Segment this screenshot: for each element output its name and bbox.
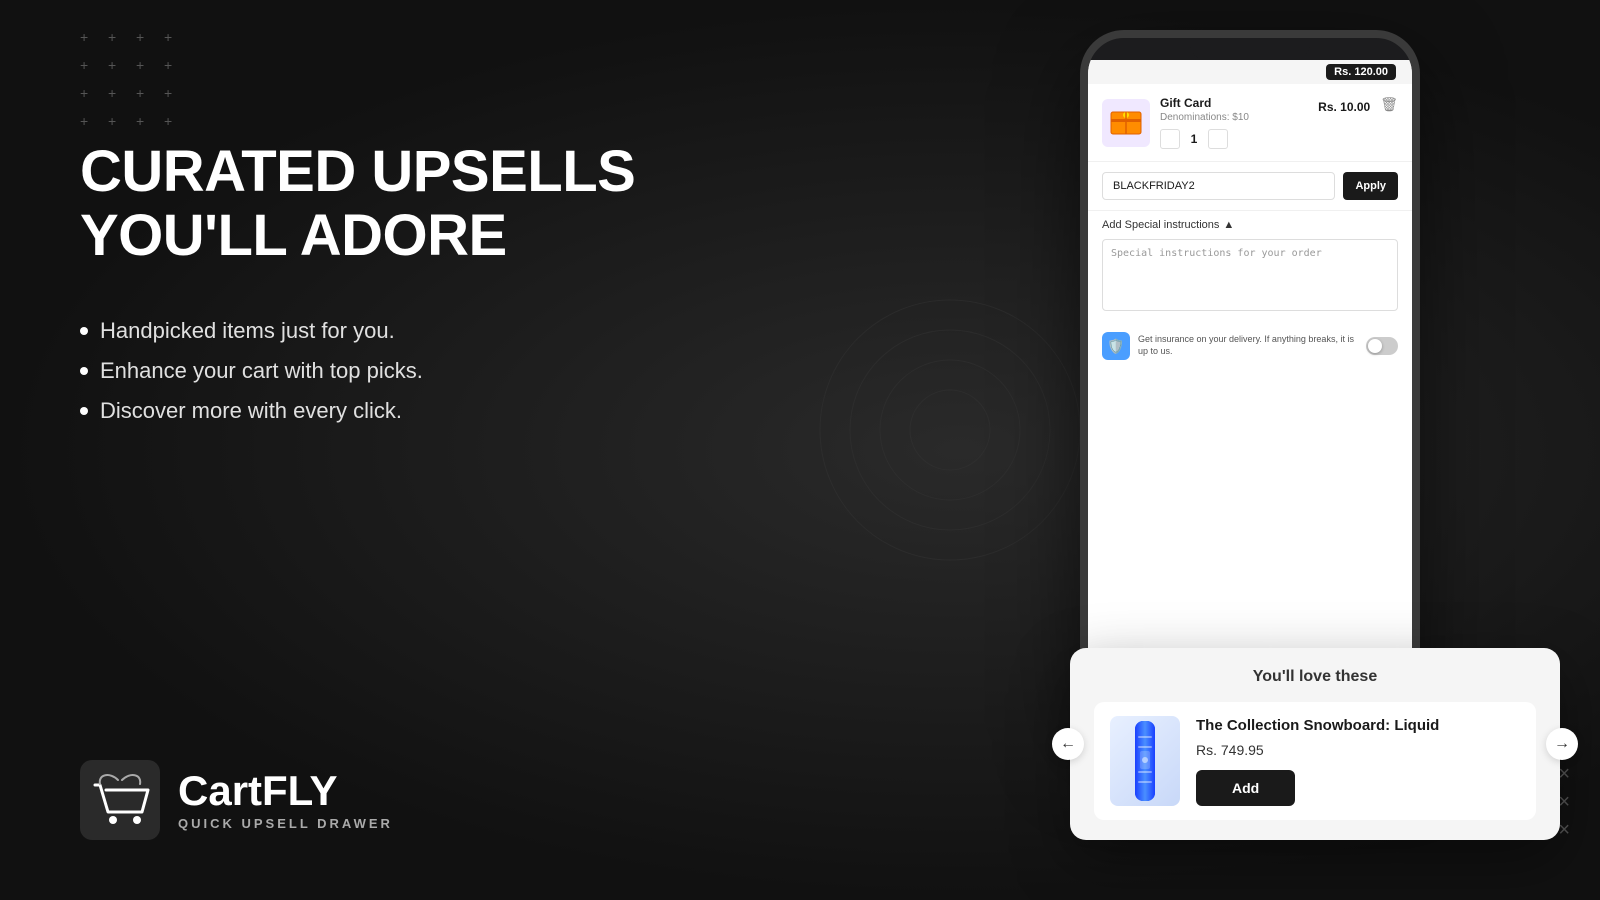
headline-line1: CURATED UPSELLS bbox=[80, 139, 635, 204]
insurance-row: 🛡️ Get insurance on your delivery. If an… bbox=[1088, 324, 1412, 368]
decorative-circles bbox=[800, 280, 1100, 580]
brand-subtitle: QUICK UPSELL DRAWER bbox=[178, 816, 393, 831]
brand-text: CartFLY QUICK UPSELL DRAWER bbox=[178, 770, 393, 831]
cart-item-denomination: Denominations: $10 bbox=[1160, 112, 1308, 123]
list-item: Enhance your cart with top picks. bbox=[80, 358, 680, 384]
plus-icon: + bbox=[80, 86, 98, 104]
plus-icon: + bbox=[164, 30, 182, 48]
special-instructions-textarea[interactable]: Special instructions for your order bbox=[1102, 239, 1398, 311]
special-instructions-toggle[interactable]: Add Special instructions ▲ bbox=[1102, 219, 1398, 231]
list-item: Handpicked items just for you. bbox=[80, 318, 680, 344]
brand-name: CartFLY bbox=[178, 770, 393, 812]
list-item: Discover more with every click. bbox=[80, 398, 680, 424]
cart-item-price: Rs. 10.00 bbox=[1318, 100, 1370, 114]
x-mark-icon: × bbox=[1558, 764, 1570, 784]
left-content: CURATED UPSELLS YOU'LL ADORE Handpicked … bbox=[80, 140, 680, 484]
insurance-toggle[interactable] bbox=[1366, 337, 1398, 355]
price-badge: Rs. 120.00 bbox=[1326, 64, 1396, 80]
upsell-next-button[interactable]: → bbox=[1546, 728, 1578, 760]
quantity-decrease-button[interactable]: − bbox=[1160, 129, 1180, 149]
cart-item-image bbox=[1102, 99, 1150, 147]
special-instructions-label: Add Special instructions bbox=[1102, 219, 1219, 231]
list-item-text: Handpicked items just for you. bbox=[100, 318, 395, 344]
quantity-value: 1 bbox=[1186, 132, 1202, 146]
feature-list: Handpicked items just for you. Enhance y… bbox=[80, 318, 680, 424]
phone-notch bbox=[1190, 38, 1310, 60]
plus-icon: + bbox=[136, 114, 154, 132]
plus-icon: + bbox=[80, 114, 98, 132]
plus-icon: + bbox=[164, 58, 182, 76]
list-item-text: Discover more with every click. bbox=[100, 398, 402, 424]
upsell-product-image bbox=[1110, 716, 1180, 806]
special-instructions-section: Add Special instructions ▲ Special instr… bbox=[1088, 211, 1412, 324]
upsell-prev-button[interactable]: ← bbox=[1052, 728, 1084, 760]
headline-line2: YOU'LL ADORE bbox=[80, 203, 507, 268]
list-item-text: Enhance your cart with top picks. bbox=[100, 358, 423, 384]
plus-icon: + bbox=[164, 86, 182, 104]
coupon-input[interactable] bbox=[1102, 172, 1335, 200]
plus-icon: + bbox=[136, 58, 154, 76]
plus-icon: + bbox=[80, 30, 98, 48]
plus-icon: + bbox=[108, 58, 126, 76]
plus-icon: + bbox=[164, 114, 182, 132]
chevron-up-icon: ▲ bbox=[1223, 219, 1234, 231]
plus-icon: + bbox=[108, 30, 126, 48]
brand-logo-icon bbox=[80, 760, 160, 840]
cart-item-info: Gift Card Denominations: $10 − 1 + bbox=[1160, 96, 1308, 149]
bullet-icon bbox=[80, 327, 88, 335]
right-area: Rs. 120.00 Gift bbox=[700, 0, 1600, 900]
phone-mockup: Rs. 120.00 Gift bbox=[1080, 30, 1420, 730]
insurance-text: Get insurance on your delivery. If anyth… bbox=[1138, 334, 1358, 357]
cart-item-title: Gift Card bbox=[1160, 96, 1308, 110]
cart-item-quantity: − 1 + bbox=[1160, 129, 1308, 149]
x-mark-icon: × bbox=[1558, 820, 1570, 840]
x-mark-icon: × bbox=[1558, 792, 1570, 812]
bullet-icon bbox=[80, 407, 88, 415]
upsell-add-button[interactable]: Add bbox=[1196, 770, 1295, 806]
upsell-product-info: The Collection Snowboard: Liquid Rs. 749… bbox=[1196, 716, 1520, 806]
plus-icon: + bbox=[80, 58, 98, 76]
delete-item-icon[interactable]: 🗑 bbox=[1380, 96, 1398, 113]
upsell-product-price: Rs. 749.95 bbox=[1196, 742, 1520, 758]
upsell-product-name: The Collection Snowboard: Liquid bbox=[1196, 716, 1520, 736]
headline: CURATED UPSELLS YOU'LL ADORE bbox=[80, 140, 680, 268]
phone-screen: Rs. 120.00 Gift bbox=[1088, 60, 1412, 730]
upsell-card: ← → You'll love these bbox=[1070, 648, 1560, 840]
cart-screen: Gift Card Denominations: $10 − 1 + Rs. 1… bbox=[1088, 84, 1412, 728]
brand-area: CartFLY QUICK UPSELL DRAWER bbox=[80, 760, 393, 840]
upsell-section-title: You'll love these bbox=[1094, 668, 1536, 686]
plus-icon: + bbox=[136, 86, 154, 104]
decorative-plus-grid: + + + + + + + + + + + + + + + + bbox=[80, 30, 182, 132]
bullet-icon bbox=[80, 367, 88, 375]
quantity-increase-button[interactable]: + bbox=[1208, 129, 1228, 149]
insurance-icon: 🛡️ bbox=[1102, 332, 1130, 360]
apply-coupon-button[interactable]: Apply bbox=[1343, 172, 1398, 200]
plus-icon: + bbox=[108, 114, 126, 132]
upsell-product-row: The Collection Snowboard: Liquid Rs. 749… bbox=[1094, 702, 1536, 820]
coupon-row: Apply bbox=[1102, 172, 1398, 200]
plus-icon: + bbox=[108, 86, 126, 104]
phone-status-bar: Rs. 120.00 bbox=[1088, 60, 1412, 84]
coupon-area: Apply bbox=[1088, 162, 1412, 211]
plus-icon: + bbox=[136, 30, 154, 48]
x-marks: × × × bbox=[1558, 764, 1570, 840]
cart-item: Gift Card Denominations: $10 − 1 + Rs. 1… bbox=[1088, 84, 1412, 162]
